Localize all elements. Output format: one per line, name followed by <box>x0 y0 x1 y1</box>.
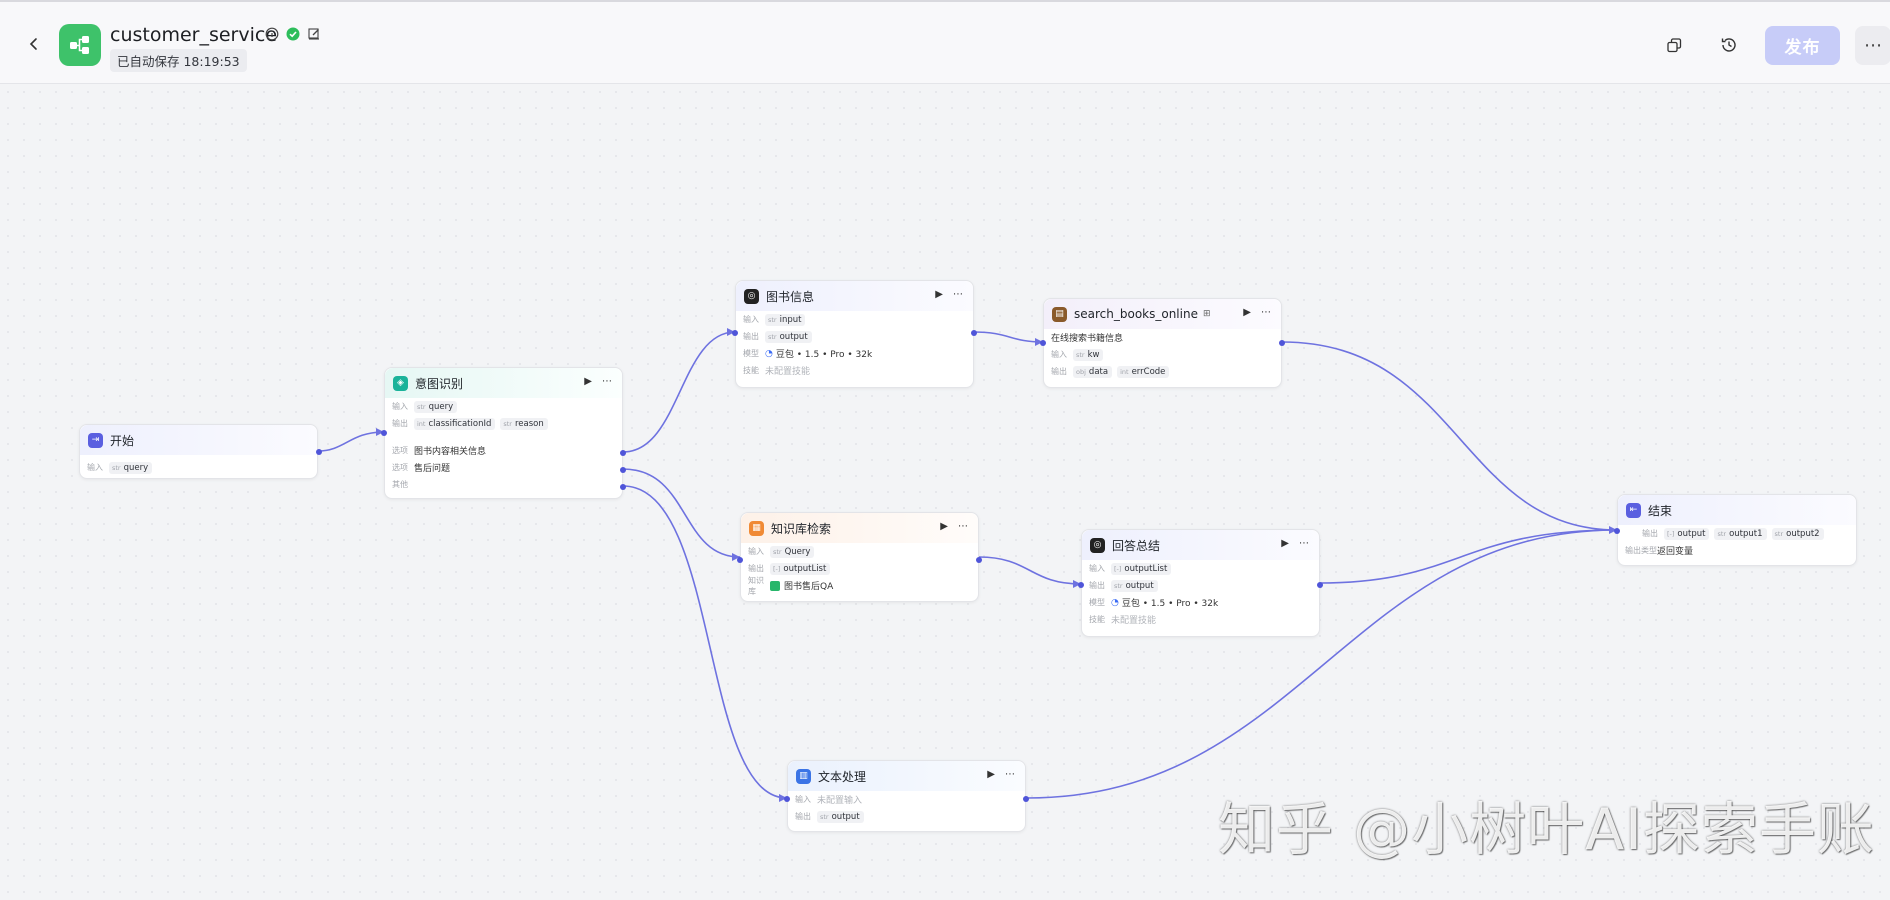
output-port-other[interactable] <box>620 484 626 490</box>
more-icon[interactable]: ⋯ <box>1005 769 1015 780</box>
history-button[interactable] <box>1716 32 1742 58</box>
input-port[interactable] <box>381 430 387 436</box>
output-port[interactable] <box>1279 340 1285 346</box>
info-icon[interactable] <box>265 27 279 41</box>
edit-icon[interactable] <box>307 27 321 41</box>
output-port[interactable] <box>1023 796 1029 802</box>
copy-button[interactable] <box>1661 32 1687 58</box>
node-book-info[interactable]: ◎ 图书信息 ▶ ⋯ 输入 str input 输出 str output 模型 ◔ 豆… <box>732 280 977 388</box>
node-input-row: 输入 str query <box>385 398 622 415</box>
node-title: 开始 <box>110 433 135 448</box>
run-icon[interactable]: ▶ <box>940 521 948 532</box>
input-port[interactable] <box>1614 528 1620 534</box>
node-knowledge-search[interactable]: ▦ 知识库检索 ▶ ⋯ 输入 str Query 输出 [-] outputList … <box>737 512 982 602</box>
run-icon[interactable]: ▶ <box>1243 307 1251 318</box>
node-title: 意图识别 <box>415 376 464 391</box>
start-icon: ⇥ <box>88 432 103 448</box>
node-text-processing[interactable]: ▥ 文本处理 ▶ ⋯ 输入 未配置输入 输出 str output <box>784 760 1029 832</box>
check-circle-icon <box>286 27 300 41</box>
llm-icon: ◎ <box>744 288 759 304</box>
chevron-left-icon <box>29 38 37 50</box>
workflow-app-icon <box>59 24 101 66</box>
more-icon[interactable]: ⋯ <box>602 376 612 387</box>
run-icon[interactable]: ▶ <box>987 769 995 780</box>
node-subtitle: 在线搜索书籍信息 <box>1051 334 1124 344</box>
copy-icon <box>1666 37 1681 52</box>
plugin-icon: ▤ <box>1052 306 1067 322</box>
run-icon[interactable]: ▶ <box>584 376 592 387</box>
intent-option-2: 选项 售后问题 <box>392 463 451 474</box>
output-port-2[interactable] <box>620 467 626 473</box>
input-port[interactable] <box>784 796 790 802</box>
more-icon[interactable]: ⋯ <box>958 521 968 532</box>
run-icon[interactable]: ▶ <box>935 289 943 300</box>
intent-option-1: 选项 图书内容相关信息 <box>392 446 487 457</box>
node-answer-summary[interactable]: ◎ 回答总结 ▶ ⋯ 输入 [-] outputList 输出 str output … <box>1078 529 1323 637</box>
kb-dataset-icon <box>770 580 780 591</box>
model-icon: ◔ <box>1111 597 1119 608</box>
text-process-icon: ▥ <box>796 768 811 784</box>
output-port[interactable] <box>971 330 977 336</box>
knowledge-icon: ▦ <box>749 520 764 536</box>
watermark: 知乎 @小树叶AI探索手账 <box>1218 797 1875 863</box>
input-port[interactable] <box>1078 582 1084 588</box>
node-input-row: 输入 str query <box>80 459 317 476</box>
node-search-books-online[interactable]: ▤ search_books_online ⊞ ▶ ⋯ 在线搜索书籍信息 输入 s… <box>1040 298 1285 388</box>
output-port[interactable] <box>316 449 322 455</box>
publish-button[interactable]: 发布 <box>1765 26 1840 65</box>
back-button[interactable] <box>20 30 48 58</box>
top-bar: customer_service 已自动保存 18:19:53 发布 ⋯ <box>0 0 1890 84</box>
output-port-1[interactable] <box>620 450 626 456</box>
input-port[interactable] <box>1040 340 1046 346</box>
node-title: 文本处理 <box>818 769 867 784</box>
node-title: 图书信息 <box>766 289 815 304</box>
node-end[interactable]: ⇤ 结束 输出 [-] output str output1 str output2 … <box>1614 494 1857 566</box>
node-title: search_books_online <box>1074 307 1198 321</box>
input-port[interactable] <box>732 330 738 336</box>
node-title: 结束 <box>1648 503 1673 518</box>
more-icon[interactable]: ⋯ <box>953 289 963 300</box>
intent-icon: ◈ <box>393 375 408 391</box>
more-icon[interactable]: ⋯ <box>1299 538 1309 549</box>
intent-option-other: 其他 <box>392 480 408 489</box>
more-icon[interactable]: ⋯ <box>1261 307 1271 318</box>
var-chip: str query <box>109 461 153 474</box>
more-button[interactable]: ⋯ <box>1855 26 1890 65</box>
app-title: customer_service <box>110 24 278 46</box>
model-icon: ◔ <box>765 348 773 359</box>
llm-icon: ◎ <box>1090 537 1105 553</box>
autosave-status: 已自动保存 18:19:53 <box>110 49 247 72</box>
node-start[interactable]: ⇥ 开始 输入 str query <box>79 424 322 479</box>
node-output-row: 输出 int classificationId str reason <box>385 415 622 432</box>
node-title: 回答总结 <box>1112 538 1161 553</box>
output-port[interactable] <box>976 557 982 563</box>
input-port[interactable] <box>737 557 743 563</box>
plugin-badge-icon: ⊞ <box>1202 309 1211 319</box>
node-intent-recognition[interactable]: ◈ 意图识别 ▶ ⋯ 输入 str query 输出 int classificati… <box>381 367 626 499</box>
run-icon[interactable]: ▶ <box>1281 538 1289 549</box>
output-port[interactable] <box>1317 582 1323 588</box>
end-icon: ⇤ <box>1626 502 1641 518</box>
node-title: 知识库检索 <box>771 521 832 536</box>
history-icon <box>1721 38 1736 52</box>
